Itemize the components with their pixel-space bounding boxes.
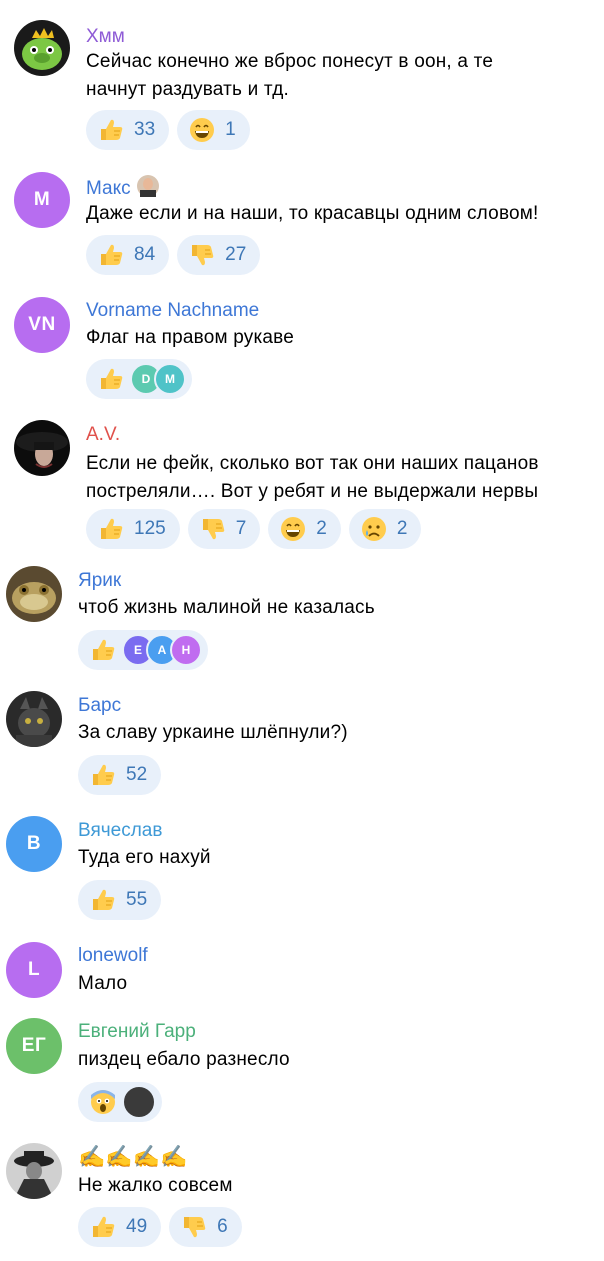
- reaction-thumbs-up[interactable]: D M: [86, 359, 192, 399]
- grin-icon: [189, 117, 215, 143]
- reactor-avatar: M: [154, 363, 186, 395]
- reactor-avatar: [122, 1085, 156, 1119]
- comment-text: пиздец ебало разнесло: [78, 1049, 290, 1070]
- reaction-thumbs-up[interactable]: 33: [86, 110, 170, 150]
- thumbs-down-icon: [200, 516, 226, 542]
- comment-author[interactable]: Хмм: [86, 26, 125, 48]
- reactor-avatar: H: [170, 634, 202, 666]
- reaction-thumbs-up[interactable]: 125: [86, 509, 180, 549]
- reaction-thumbs-down[interactable]: 7: [187, 509, 261, 549]
- reaction-grin[interactable]: 2: [268, 509, 341, 549]
- crying-icon: [361, 516, 387, 542]
- reactions-bar: 33 1: [86, 110, 250, 150]
- reaction-thumbs-up[interactable]: 84: [86, 235, 170, 275]
- reactions-bar: E A H: [78, 630, 208, 670]
- thumbs-up-icon: [98, 366, 124, 392]
- comment-text: чтоб жизнь малиной не казалась: [78, 597, 375, 618]
- grin-icon: [280, 516, 306, 542]
- reactions-bar: 52: [78, 755, 162, 795]
- profile-photo-icon: [136, 175, 159, 203]
- reactions-bar: 55: [78, 880, 162, 920]
- comment-author[interactable]: lonewolf: [78, 945, 148, 967]
- avatar[interactable]: M: [14, 172, 70, 228]
- reaction-thumbs-up[interactable]: 49: [78, 1207, 162, 1247]
- reactor-avatars: D M: [130, 363, 186, 395]
- comment-text: Сейчас конечно же вброс понесут в оон, а…: [86, 51, 494, 100]
- avatar[interactable]: VN: [14, 297, 70, 353]
- reactor-avatars: E A H: [122, 634, 202, 666]
- thumbs-up-icon: [90, 762, 116, 788]
- comment-text: Флаг на правом рукаве: [86, 327, 295, 348]
- thumbs-up-icon: [98, 242, 124, 268]
- comment-author[interactable]: Макс: [86, 175, 159, 203]
- reaction-thumbs-up[interactable]: 55: [78, 880, 162, 920]
- reaction-thumbs-up[interactable]: E A H: [78, 630, 208, 670]
- dark-hat-avatar[interactable]: [14, 420, 70, 476]
- thumbs-up-icon: [90, 637, 116, 663]
- comment-text: Даже если и на наши, то красавцы одним с…: [86, 203, 539, 224]
- comment-author[interactable]: Барс: [78, 695, 121, 717]
- comment-text: Не жалко совсем: [78, 1175, 233, 1196]
- reaction-thumbs-down[interactable]: 6: [169, 1207, 242, 1247]
- reaction-scream[interactable]: [78, 1082, 162, 1122]
- thumbs-down-icon: [189, 242, 215, 268]
- avatar[interactable]: ЕГ: [6, 1018, 62, 1074]
- toad-avatar[interactable]: [6, 566, 62, 622]
- green-pig-avatar[interactable]: [14, 20, 70, 76]
- reaction-crying[interactable]: 2: [348, 509, 422, 549]
- reactions-bar: 84 27: [86, 235, 261, 275]
- thumbs-up-icon: [90, 1214, 116, 1240]
- comment-author[interactable]: Вячеслав: [78, 820, 162, 842]
- comment-author[interactable]: A.V.: [86, 424, 120, 446]
- comment-author[interactable]: Ярик: [78, 570, 121, 592]
- thumbs-up-icon: [98, 516, 124, 542]
- scream-icon: [90, 1089, 116, 1115]
- comment-author[interactable]: Vorname Nachname: [86, 300, 259, 322]
- mystery-man-avatar[interactable]: [6, 1143, 62, 1199]
- comment-text: Мало: [78, 973, 128, 994]
- comment-author[interactable]: Евгений Гарр: [78, 1021, 196, 1043]
- thumbs-up-icon: [90, 887, 116, 913]
- reactions-bar: 49 6: [78, 1207, 242, 1247]
- reactions-bar: D M: [86, 359, 192, 399]
- reaction-grin[interactable]: 1: [177, 110, 250, 150]
- reaction-thumbs-down[interactable]: 27: [177, 235, 261, 275]
- reactions-bar: 125 7 2 2: [86, 509, 422, 549]
- reaction-thumbs-up[interactable]: 52: [78, 755, 162, 795]
- thumbs-up-icon: [98, 117, 124, 143]
- avatar[interactable]: B: [6, 816, 62, 872]
- reactor-avatars: [122, 1085, 156, 1119]
- cat-avatar[interactable]: [6, 691, 62, 747]
- comments-feed: Хмм Сейчас конечно же вброс понесут в оо…: [0, 0, 604, 1261]
- comment-text: Туда его нахуй: [78, 847, 211, 868]
- thumbs-down-icon: [181, 1214, 207, 1240]
- comment-text: Если не фейк, сколько вот так они наших …: [86, 453, 539, 502]
- comment-author[interactable]: ✍️✍️✍️✍️: [78, 1146, 188, 1168]
- reactions-bar: [78, 1082, 162, 1122]
- comment-text: За славу уркаине шлёпнули?): [78, 722, 348, 743]
- avatar[interactable]: L: [6, 942, 62, 998]
